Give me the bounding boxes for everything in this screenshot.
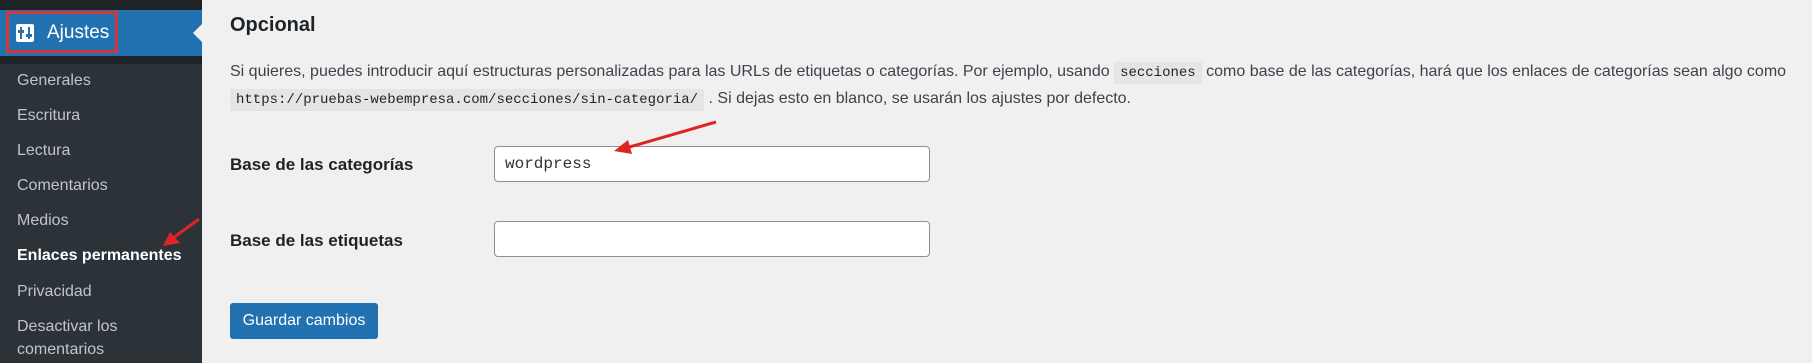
red-arrow-icon bbox=[614, 120, 717, 154]
annotation-overlay bbox=[163, 120, 717, 246]
red-arrow-icon bbox=[163, 217, 200, 246]
